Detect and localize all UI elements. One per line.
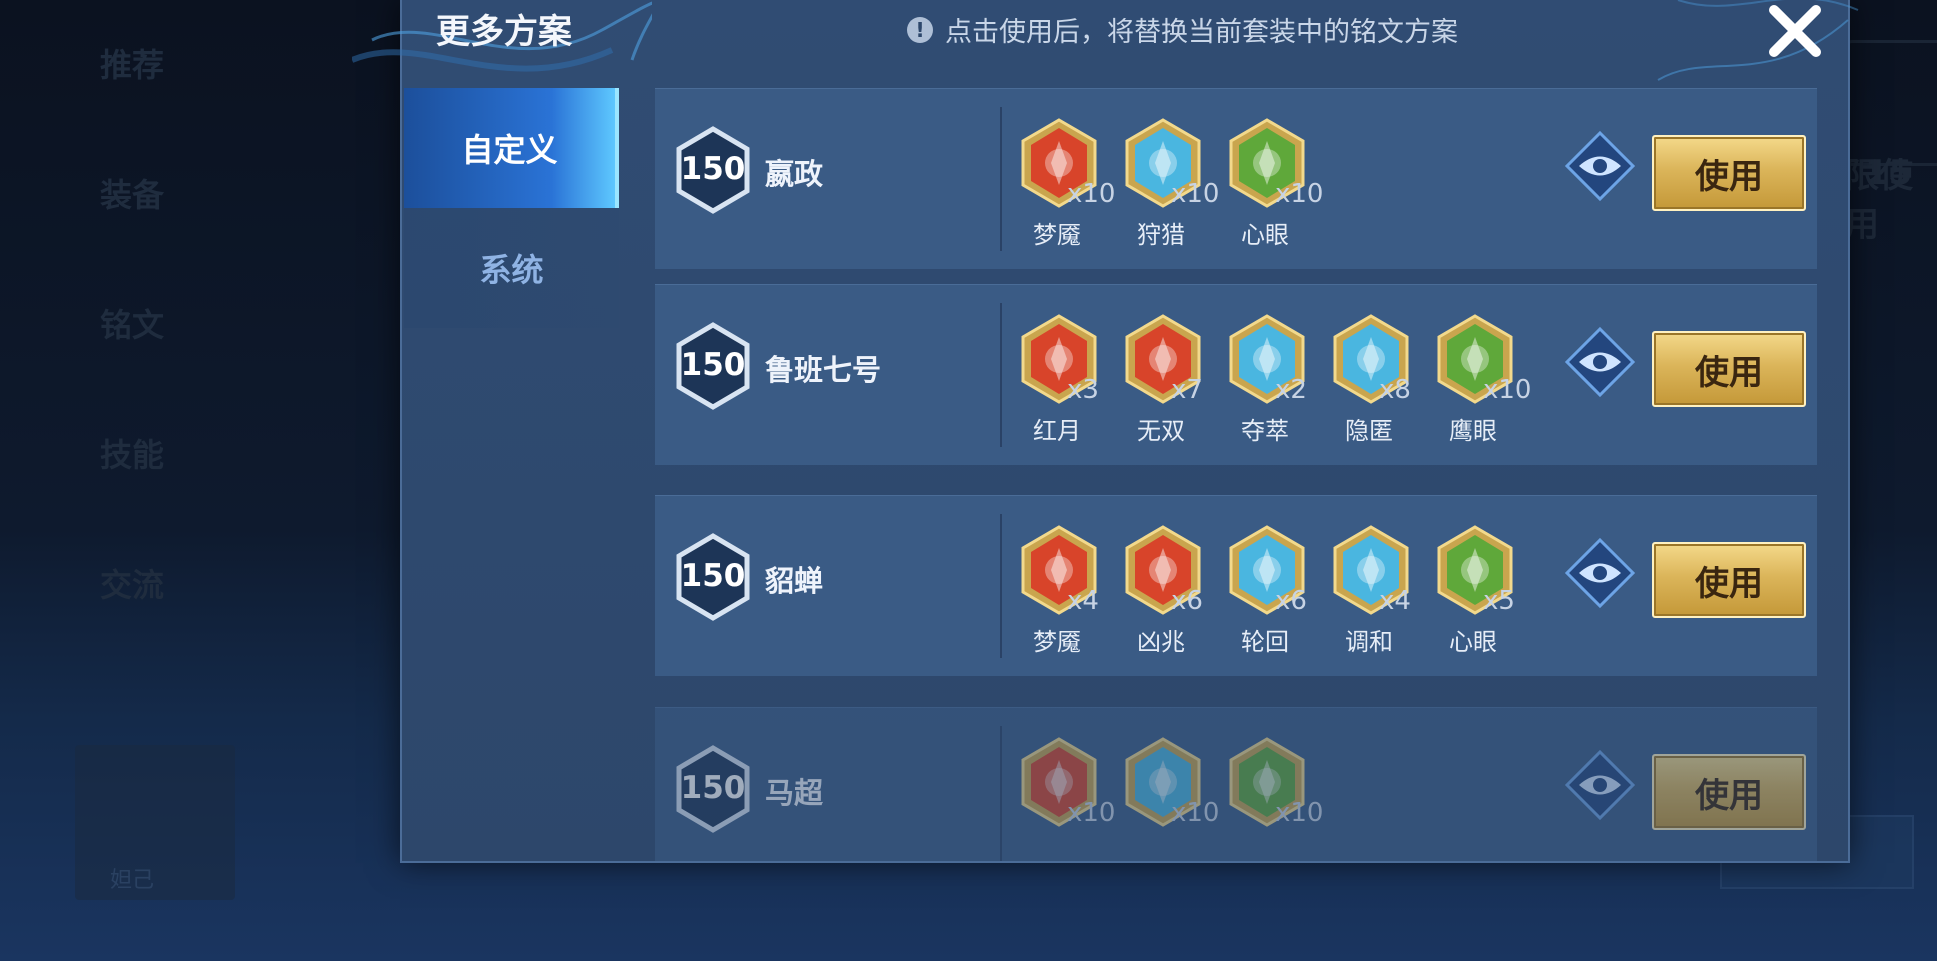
rune-item[interactable]: x8 隐匿 <box>1327 313 1417 445</box>
rune-name: 心眼 <box>1241 221 1289 249</box>
hero-name: 嬴政 <box>765 157 824 191</box>
rune-count: x10 <box>1275 179 1324 209</box>
rune-item[interactable]: x2 夺萃 <box>1223 313 1313 445</box>
rune-item[interactable]: x10 狩猎 <box>1119 117 1219 249</box>
bg-nav-item: 装备 <box>100 176 165 214</box>
bg-nav-item: 交流 <box>100 566 165 604</box>
rune-name: 凶兆 <box>1137 628 1185 656</box>
rune-item[interactable]: x7 无双 <box>1119 313 1209 445</box>
rune-item[interactable]: x6 轮回 <box>1223 524 1313 656</box>
plan-row: 150 鲁班七号 x3 红月 x7 无双 x2 夺萃 x8 隐匿 x10 鹰眼 使用 <box>655 284 1817 465</box>
background-nav: 推荐 装备 铭文 技能 交流 <box>100 30 300 680</box>
level-badge: 150 <box>673 125 753 215</box>
rune-count: x4 <box>1067 586 1099 616</box>
plan-row: 150 嬴政 x10 梦魇 x10 狩猎 x10 心眼 使用 <box>655 88 1817 269</box>
rune-item[interactable]: x10 <box>1223 736 1323 861</box>
rune-name: 狩猎 <box>1137 221 1185 249</box>
rune-count: x10 <box>1067 179 1116 209</box>
level-badge: 150 <box>673 321 753 411</box>
plan-list[interactable]: 150 嬴政 x10 梦魇 x10 狩猎 x10 心眼 使用 150 鲁班七号 x3 红月 x7 无双 x2 夺… <box>655 88 1817 861</box>
rune-count: x10 <box>1171 179 1220 209</box>
rune-item[interactable]: x5 心眼 <box>1431 524 1521 656</box>
row-divider <box>1000 107 1002 251</box>
rune-count: x6 <box>1275 586 1307 616</box>
rune-count: x10 <box>1067 798 1116 828</box>
bg-nav-item: 技能 <box>100 436 165 474</box>
rune-item[interactable]: x10 鹰眼 <box>1431 313 1531 445</box>
use-button[interactable]: 使用 <box>1652 754 1806 830</box>
rune-name: 夺萃 <box>1241 417 1289 445</box>
level-badge: 150 <box>673 744 753 834</box>
bg-right-text: 限使用 <box>1845 156 1913 245</box>
row-divider <box>1000 303 1002 447</box>
rune-count: x5 <box>1483 586 1515 616</box>
tab-system-label: 系统 <box>479 251 544 289</box>
level-badge: 150 <box>673 532 753 622</box>
preview-eye-icon[interactable] <box>1563 748 1637 822</box>
rune-item[interactable]: x10 <box>1015 736 1115 861</box>
hero-name: 貂蝉 <box>765 564 824 598</box>
rune-name: 轮回 <box>1241 628 1289 656</box>
row-divider <box>1000 514 1002 658</box>
bg-nav-item: 推荐 <box>100 46 165 84</box>
use-button[interactable]: 使用 <box>1652 331 1806 407</box>
rune-item[interactable]: x6 凶兆 <box>1119 524 1209 656</box>
plan-row: 150 马超 x10 x10 x10 使用 <box>655 707 1817 861</box>
use-button[interactable]: 使用 <box>1652 135 1806 211</box>
notice: ! 点击使用后，将替换当前套装中的铭文方案 <box>907 10 1458 49</box>
level-value: 150 <box>680 347 746 383</box>
rune-count: x10 <box>1171 798 1220 828</box>
rune-count: x3 <box>1067 375 1099 405</box>
rune-item[interactable]: x4 梦魇 <box>1015 524 1105 656</box>
hero-name: 鲁班七号 <box>765 353 882 387</box>
rune-item[interactable]: x4 调和 <box>1327 524 1417 656</box>
level-value: 150 <box>680 558 746 594</box>
preview-eye-icon[interactable] <box>1563 129 1637 203</box>
notice-text: 点击使用后，将替换当前套装中的铭文方案 <box>945 17 1458 48</box>
category-sidebar: 自定义 系统 <box>404 88 619 859</box>
bg-hero-name: 妲己 <box>110 868 155 893</box>
preview-eye-icon[interactable] <box>1563 325 1637 399</box>
tab-custom-label: 自定义 <box>461 131 558 169</box>
rune-item[interactable]: x10 心眼 <box>1223 117 1323 249</box>
rune-name: 调和 <box>1345 628 1393 656</box>
rune-count: x8 <box>1379 375 1411 405</box>
use-button[interactable]: 使用 <box>1652 542 1806 618</box>
plan-row: 150 貂蝉 x4 梦魇 x6 凶兆 x6 轮回 x4 调和 x5 心眼 使用 <box>655 495 1817 676</box>
level-value: 150 <box>680 770 746 806</box>
rune-name: 心眼 <box>1449 628 1497 656</box>
bg-nav-item: 铭文 <box>100 306 165 344</box>
hero-name: 马超 <box>765 776 824 810</box>
rune-item[interactable]: x10 梦魇 <box>1015 117 1115 249</box>
rune-name: 红月 <box>1033 417 1081 445</box>
more-plans-modal: 更多方案 ! 点击使用后，将替换当前套装中的铭文方案 自定义 系统 150 嬴政 x… <box>352 0 1859 863</box>
rune-count: x10 <box>1483 375 1532 405</box>
preview-eye-icon[interactable] <box>1563 536 1637 610</box>
rune-name: 鹰眼 <box>1449 417 1497 445</box>
modal-title: 更多方案 <box>436 12 572 52</box>
background-hero-card: 妲己 <box>75 745 235 900</box>
row-divider <box>1000 726 1002 861</box>
rune-count: x10 <box>1275 798 1324 828</box>
rune-name: 无双 <box>1137 417 1185 445</box>
rune-count: x6 <box>1171 586 1203 616</box>
rune-name: 隐匿 <box>1345 417 1393 445</box>
level-value: 150 <box>680 151 746 187</box>
rune-item[interactable]: x3 红月 <box>1015 313 1105 445</box>
rune-count: x2 <box>1275 375 1307 405</box>
corner-swirl-decoration <box>1657 0 1859 81</box>
close-icon[interactable] <box>1760 0 1830 66</box>
tab-system[interactable]: 系统 <box>404 208 619 328</box>
rune-count: x7 <box>1171 375 1203 405</box>
tab-custom[interactable]: 自定义 <box>404 88 619 208</box>
rune-count: x4 <box>1379 586 1411 616</box>
info-icon: ! <box>907 16 933 43</box>
rune-name: 梦魇 <box>1033 628 1081 656</box>
rune-name: 梦魇 <box>1033 221 1081 249</box>
rune-item[interactable]: x10 <box>1119 736 1219 861</box>
